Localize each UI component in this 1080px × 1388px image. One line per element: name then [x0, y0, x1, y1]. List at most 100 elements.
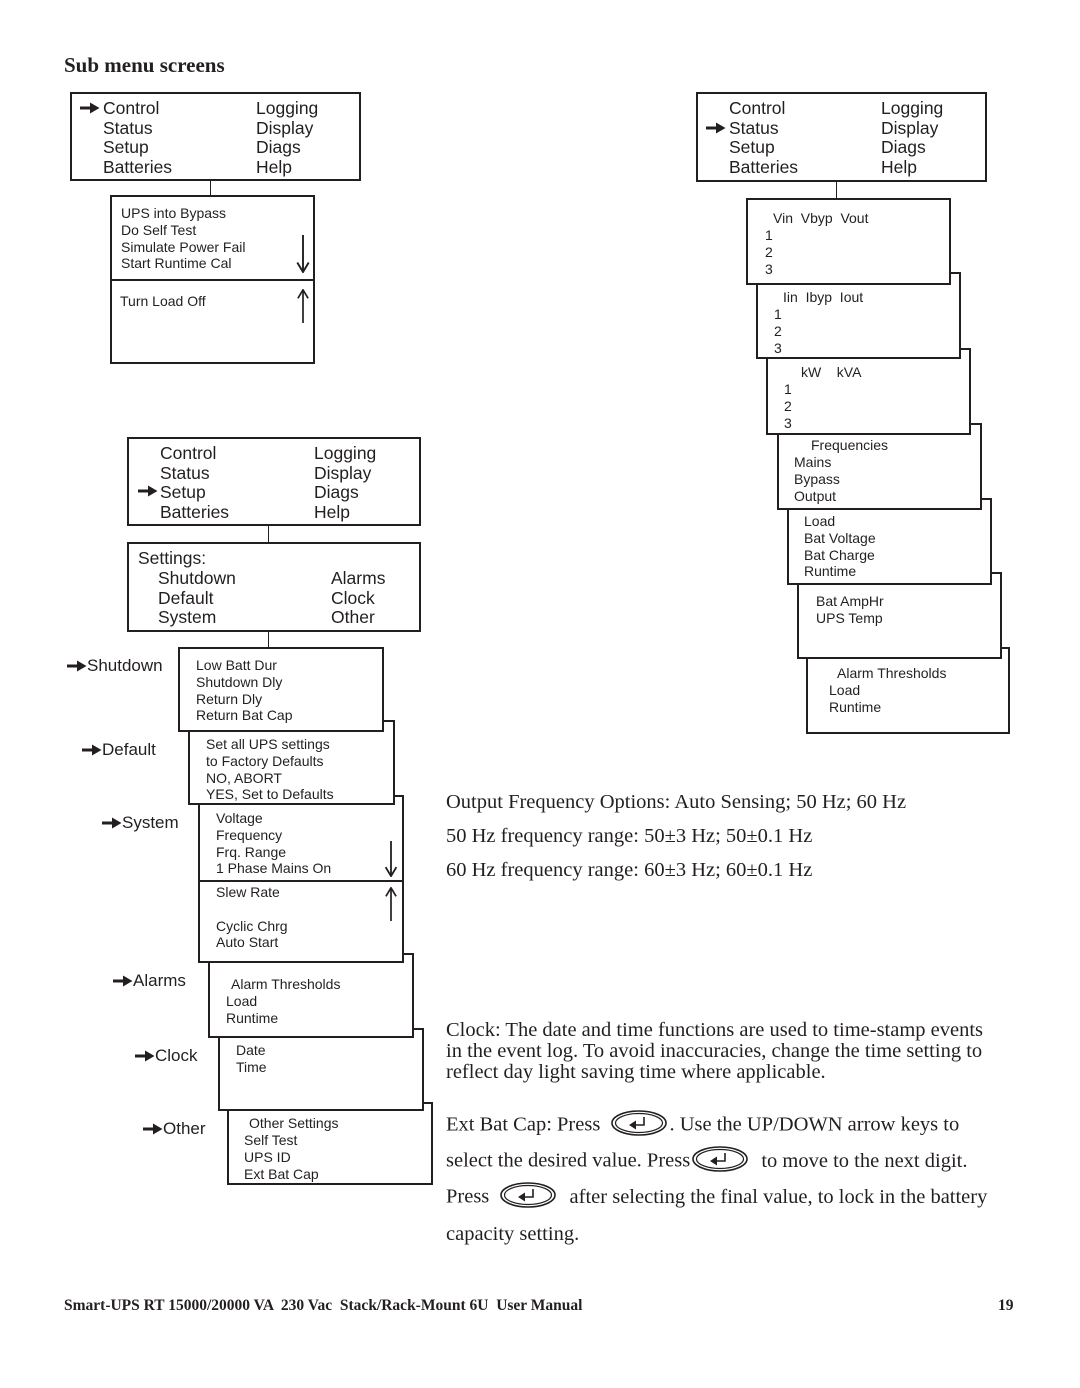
system-item[interactable]: Frequency: [216, 827, 331, 844]
enter-key-icon: [692, 1146, 748, 1172]
menu-item-display[interactable]: Display: [881, 118, 943, 139]
menu-item-status[interactable]: Status: [729, 118, 798, 139]
alarms-item[interactable]: Load: [226, 993, 278, 1010]
default-option-yes[interactable]: YES, Set to Defaults: [206, 786, 334, 803]
menu-item-control[interactable]: Control: [160, 443, 229, 464]
menu-item-logging[interactable]: Logging: [881, 98, 943, 119]
system-item[interactable]: 1 Phase Mains On: [216, 860, 331, 877]
system-item[interactable]: Frq. Range: [216, 844, 331, 861]
menu-item-batteries[interactable]: Batteries: [160, 502, 229, 523]
default-item: to Factory Defaults: [206, 752, 324, 769]
enter-key-icon: [611, 1110, 667, 1136]
system-item[interactable]: Slew Rate: [216, 884, 288, 901]
clock-note: Clock: The date and time functions are u…: [446, 1019, 984, 1041]
shutdown-item[interactable]: Shutdown Dly: [196, 674, 293, 691]
screen-header: Vin Vbyp Vout: [773, 210, 869, 226]
settings-item-shutdown[interactable]: Shutdown: [158, 568, 236, 589]
status-row: 3: [765, 260, 773, 277]
menu-item-logging[interactable]: Logging: [314, 443, 376, 464]
menu-item-control[interactable]: Control: [103, 98, 172, 119]
main-menu-status: Control Status Setup Batteries Logging D…: [696, 92, 987, 182]
default-option-no[interactable]: NO, ABORT: [206, 770, 334, 787]
status-row: UPS Temp: [816, 609, 883, 626]
menu-item-logging[interactable]: Logging: [256, 98, 318, 119]
menu-item-status[interactable]: Status: [103, 118, 172, 139]
control-item[interactable]: Turn Load Off: [120, 293, 206, 310]
menu-item-diags[interactable]: Diags: [881, 137, 943, 158]
system-item[interactable]: Cyclic Chrg: [216, 918, 288, 935]
status-row: Bat AmpHr: [816, 593, 884, 609]
menu-item-diags[interactable]: Diags: [314, 482, 376, 503]
right-arrow-icon: [80, 102, 100, 114]
status-row: Bypass: [794, 470, 840, 487]
menu-item-status[interactable]: Status: [160, 463, 229, 484]
other-item[interactable]: UPS ID: [244, 1149, 319, 1166]
menu-item-batteries[interactable]: Batteries: [103, 157, 172, 178]
control-item[interactable]: Simulate Power Fail: [121, 239, 246, 256]
screen-header: Other Settings: [249, 1115, 339, 1131]
menu-item-diags[interactable]: Diags: [256, 137, 318, 158]
control-item[interactable]: Do Self Test: [121, 222, 246, 239]
status-row: 1: [765, 227, 773, 243]
default-item: Set all UPS settings: [206, 736, 330, 752]
label-shutdown: Shutdown: [67, 656, 163, 676]
connector-line: [268, 526, 269, 543]
label-default: Default: [82, 740, 156, 760]
label-alarms: Alarms: [113, 971, 186, 991]
menu-item-setup[interactable]: Setup: [103, 137, 172, 158]
settings-item-clock[interactable]: Clock: [331, 588, 385, 609]
page-divider: [200, 880, 402, 882]
status-row: Output: [794, 487, 837, 504]
menu-item-help[interactable]: Help: [256, 157, 318, 178]
screen-header: Iin Ibyp Iout: [783, 289, 864, 305]
menu-item-display[interactable]: Display: [314, 463, 376, 484]
clock-item[interactable]: Time: [236, 1059, 267, 1076]
status-misc-screen: Bat AmpHr UPS Temp: [797, 572, 1002, 659]
status-row: Load: [829, 682, 861, 698]
screen-header: kW kVA: [801, 364, 862, 380]
system-item[interactable]: Voltage: [216, 810, 331, 827]
up-arrow-icon: [296, 289, 310, 323]
ext-bat-note-line: Ext Bat Cap: Press . Use the UP/DOWN arr…: [446, 1113, 959, 1139]
settings-item-system[interactable]: System: [158, 607, 236, 628]
right-arrow-icon: [706, 122, 726, 134]
menu-item-display[interactable]: Display: [256, 118, 318, 139]
status-row: 1: [784, 381, 792, 397]
status-row: 2: [765, 243, 773, 260]
status-row: 3: [774, 339, 782, 356]
settings-title: Settings:: [138, 548, 207, 568]
settings-menu: Settings: Shutdown Default System Alarms…: [127, 542, 421, 632]
control-item[interactable]: Start Runtime Cal: [121, 255, 246, 272]
main-menu-setup: Control Status Setup Batteries Logging D…: [127, 437, 421, 526]
clock-item[interactable]: Date: [236, 1042, 267, 1059]
other-item[interactable]: Ext Bat Cap: [244, 1166, 319, 1183]
alarms-item[interactable]: Runtime: [226, 1010, 278, 1027]
menu-item-control[interactable]: Control: [729, 98, 798, 119]
label-other: Other: [143, 1119, 206, 1139]
settings-item-alarms[interactable]: Alarms: [331, 568, 385, 589]
connector-line: [268, 632, 269, 648]
menu-item-setup[interactable]: Setup: [729, 137, 798, 158]
settings-item-other[interactable]: Other: [331, 607, 385, 628]
up-arrow-icon: [384, 887, 398, 921]
shutdown-item[interactable]: Return Bat Cap: [196, 707, 293, 724]
menu-item-help[interactable]: Help: [314, 502, 376, 523]
down-arrow-icon: [384, 841, 398, 877]
status-row: Load: [804, 513, 836, 529]
status-row: Bat Voltage: [804, 529, 876, 546]
other-settings-screen: Other Settings Self Test UPS ID Ext Bat …: [227, 1102, 433, 1185]
menu-item-help[interactable]: Help: [881, 157, 943, 178]
right-arrow-icon: [143, 1123, 163, 1135]
system-item[interactable]: Auto Start: [216, 934, 288, 951]
shutdown-item[interactable]: Low Batt Dur: [196, 657, 293, 674]
settings-item-default[interactable]: Default: [158, 588, 236, 609]
status-frequencies-screen: Frequencies Mains Bypass Output: [777, 423, 982, 510]
menu-item-setup[interactable]: Setup: [160, 482, 229, 503]
menu-item-batteries[interactable]: Batteries: [729, 157, 798, 178]
other-item[interactable]: Self Test: [244, 1132, 319, 1149]
status-alarms-screen: Alarm Thresholds Load Runtime: [806, 647, 1010, 734]
ext-bat-note-line: capacity setting.: [446, 1223, 580, 1245]
control-item[interactable]: UPS into Bypass: [121, 205, 246, 222]
shutdown-item[interactable]: Return Dly: [196, 691, 293, 708]
status-row: 2: [784, 397, 792, 414]
